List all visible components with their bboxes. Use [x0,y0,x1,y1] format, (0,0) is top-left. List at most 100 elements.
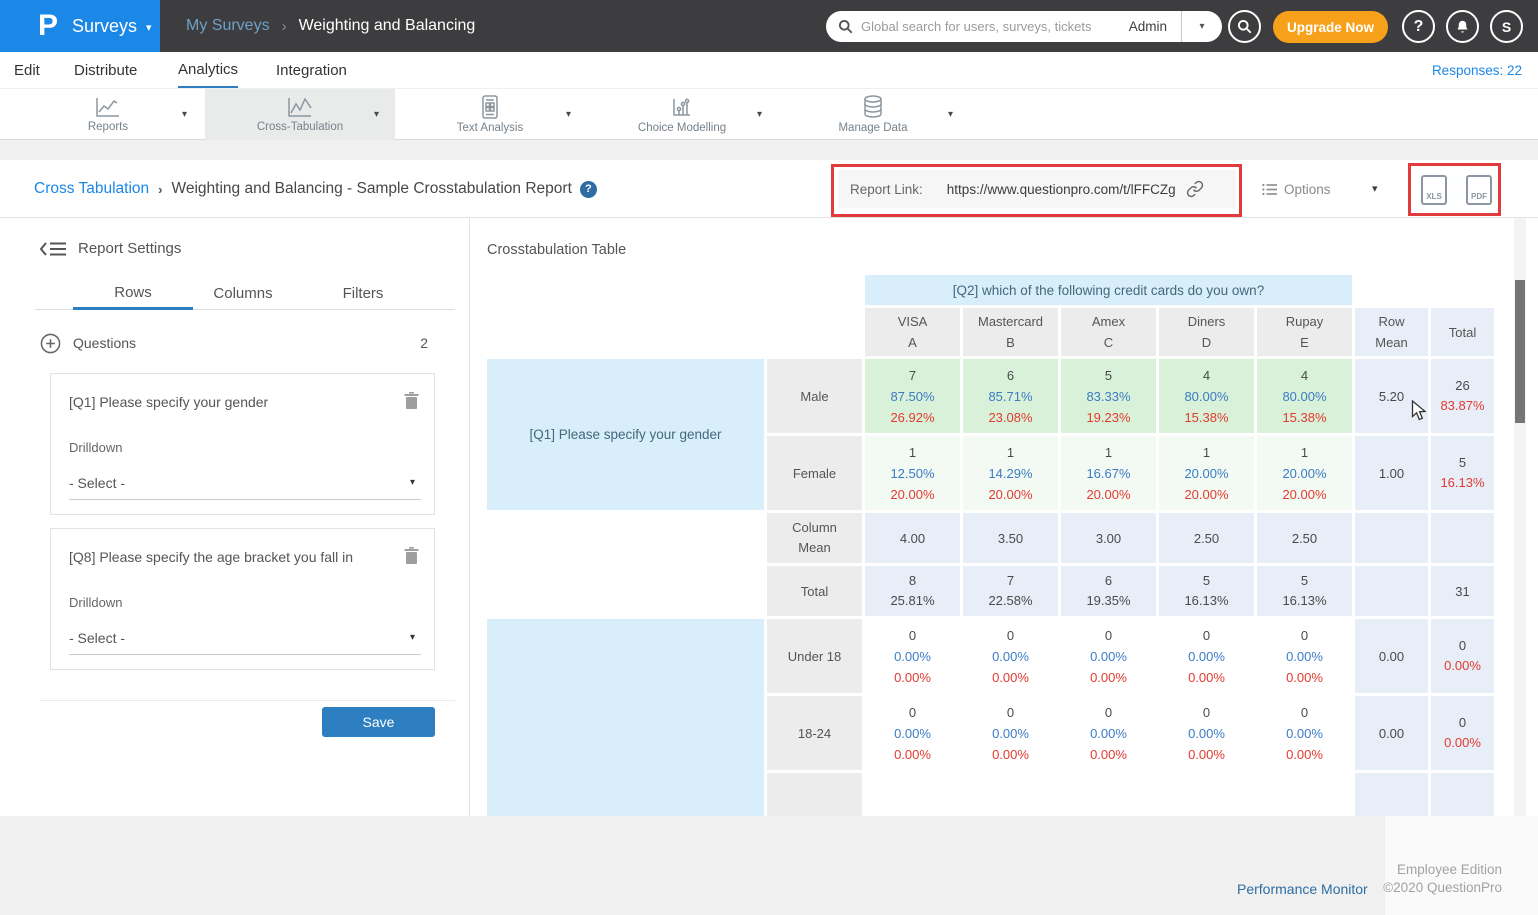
page-footer: Performance Monitor Employee Edition ©20… [0,816,1538,915]
product-switcher[interactable]: P Surveys ▾ [0,0,160,52]
column-total-cell: 516.13% [1257,566,1352,616]
row-label-male: Male [767,359,862,433]
tool-manage-data[interactable]: Manage Data [778,89,968,140]
tab-columns[interactable]: Columns [183,278,303,309]
delete-question-icon[interactable] [404,392,419,409]
crosstab-cell: 00.00%0.00% [1061,696,1156,770]
drilldown-select-q8[interactable]: - Select - ▾ [69,621,421,655]
survey-nav: Edit Distribute Analytics Integration Re… [0,52,1538,88]
breadcrumb-my-surveys[interactable]: My Surveys [186,17,270,35]
collapse-panel-icon [40,241,66,257]
crosstab-cell: 00.00%0.00% [1061,619,1156,693]
search-scope-selector[interactable]: Admin [1129,19,1181,34]
performance-monitor-link[interactable]: Performance Monitor [1237,881,1368,897]
global-search: Admin ▾ [826,11,1222,42]
chevron-down-icon: ▾ [410,477,415,488]
col-header-row-mean: RowMean [1355,308,1428,356]
question-title: [Q8] Please specify the age bracket you … [69,549,379,565]
settings-title: Report Settings [78,240,181,257]
chevron-right-icon: › [158,182,162,197]
column-total-cell: 516.13% [1159,566,1254,616]
tool-reports[interactable]: Reports [13,89,203,140]
column-mean-cell: 2.50 [1257,513,1352,563]
search-icon [1237,19,1252,34]
nav-analytics[interactable]: Analytics [178,52,238,88]
help-button[interactable]: ? [1402,10,1435,43]
delete-question-icon[interactable] [404,547,419,564]
tool-text-analysis[interactable]: Text Analysis [395,89,585,140]
global-search-input[interactable] [853,19,1129,34]
crosstab-cell: 480.00%15.38% [1257,359,1352,433]
row-label-18-24: 18-24 [767,696,862,770]
col-header-rupay: RupayE [1257,308,1352,356]
col-header-visa: VISAA [865,308,960,356]
manage-data-caret-icon[interactable]: ▾ [948,109,953,120]
col-header-mastercard: MastercardB [963,308,1058,356]
responses-count[interactable]: Responses: 22 [1432,52,1522,88]
questionpro-logo: P [38,11,58,41]
question-title: [Q1] Please specify your gender [69,394,379,410]
report-title: Weighting and Balancing - Sample Crossta… [172,180,572,198]
row-total-cell: 2683.87% [1431,359,1494,433]
tab-filters[interactable]: Filters [303,278,423,309]
report-help-icon[interactable]: ? [580,181,597,198]
crosstab-cell: 120.00%20.00% [1159,436,1254,510]
export-xls-button[interactable]: XLS [1421,175,1451,205]
nav-distribute[interactable]: Distribute [74,52,137,88]
account-avatar[interactable]: S [1490,10,1523,43]
notifications-button[interactable] [1446,10,1479,43]
options-label: Options [1284,182,1331,197]
row-total-cell: 00.00% [1431,619,1494,693]
settings-tabs: Rows Columns Filters [35,278,455,310]
breadcrumb: My Surveys › Weighting and Balancing [186,0,475,52]
tool-cross-tabulation[interactable]: Cross-Tabulation [205,89,395,140]
text-analysis-icon [480,95,500,119]
col-header-amex: AmexC [1061,308,1156,356]
column-mean-cell: 3.00 [1061,513,1156,563]
crosstab-cell: 00.00%0.00% [865,696,960,770]
nav-integration[interactable]: Integration [276,52,347,88]
scrollbar-thumb[interactable] [1515,280,1525,423]
question-mark-icon: ? [1414,18,1424,36]
question-card-q1: [Q1] Please specify your gender Drilldow… [50,373,435,515]
column-mean-cell: 4.00 [865,513,960,563]
col-header-total: Total [1431,308,1494,356]
crosstab-cell: 00.00%0.00% [1159,696,1254,770]
app-window: P Surveys ▾ My Surveys › Weighting and B… [0,0,1538,915]
row-question-q1: [Q1] Please specify your gender [487,359,764,510]
export-pdf-button[interactable]: PDF [1466,175,1496,205]
cross-tabulation-link[interactable]: Cross Tabulation [34,180,149,198]
crosstab-cell: 00.00%0.00% [963,619,1058,693]
search-submit-button[interactable] [1228,10,1261,43]
product-label: Surveys [72,16,137,37]
options-menu[interactable]: Options [1262,160,1331,218]
tool-choice-modelling[interactable]: Choice Modelling [587,89,777,140]
text-analysis-caret-icon[interactable]: ▾ [566,109,571,120]
copy-link-button[interactable] [1186,180,1204,198]
nav-edit[interactable]: Edit [14,52,40,88]
report-settings-panel: Report Settings Rows Columns Filters Que… [0,218,470,816]
drilldown-select-q1[interactable]: - Select - ▾ [69,466,421,500]
choice-modelling-caret-icon[interactable]: ▾ [757,109,762,120]
row-mean-cell: 0.00 [1355,619,1428,693]
crosstab-cell: 00.00%0.00% [963,696,1058,770]
list-icon [1262,183,1277,196]
cross-tab-caret-icon[interactable]: ▾ [374,109,379,120]
add-question-icon[interactable] [40,333,61,354]
upgrade-now-button[interactable]: Upgrade Now [1273,11,1388,43]
crosstab-table: [Q2] which of the following credit cards… [484,272,1497,816]
crosstab-cell: 114.29%20.00% [963,436,1058,510]
chevron-right-icon: › [282,18,287,35]
reports-caret-icon[interactable]: ▾ [182,109,187,120]
collapse-settings-button[interactable]: Report Settings [40,240,181,257]
scope-caret-icon[interactable]: ▾ [1182,21,1222,32]
crosstab-cell: 116.67%20.00% [1061,436,1156,510]
row-label-column-mean: ColumnMean [767,513,862,563]
save-button[interactable]: Save [322,707,435,737]
report-link-label: Report Link: [850,182,923,197]
tab-rows[interactable]: Rows [73,278,193,310]
row-label-total: Total [767,566,862,616]
crosstab-cell: 583.33%19.23% [1061,359,1156,433]
options-caret-icon[interactable]: ▾ [1372,182,1378,195]
report-link-url[interactable]: https://www.questionpro.com/t/lFFCZg [947,182,1176,197]
